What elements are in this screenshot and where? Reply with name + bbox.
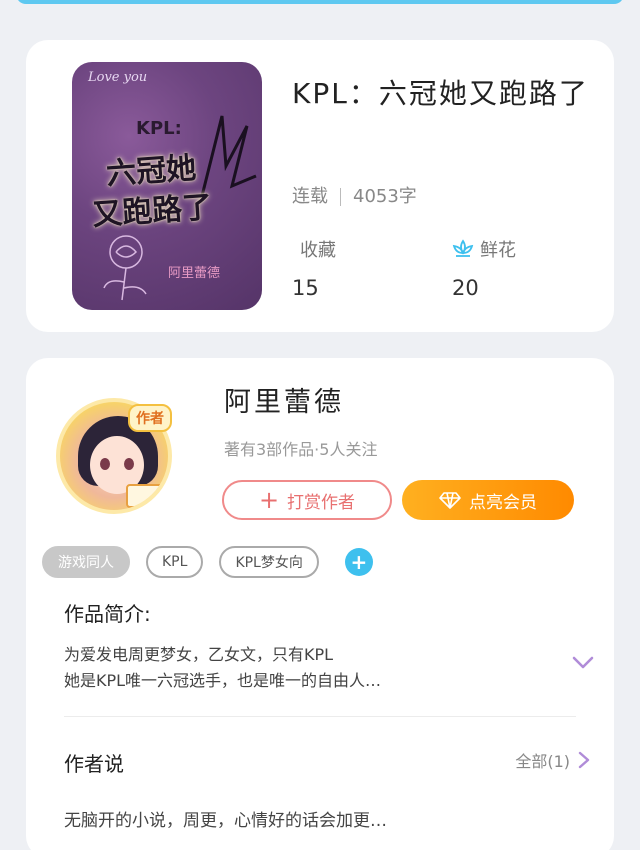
plus-icon: + xyxy=(258,486,280,514)
tag-item[interactable]: 游戏同人 xyxy=(42,546,130,578)
all-label: 全部(1) xyxy=(515,752,570,771)
cover-kpl-text: KPL: xyxy=(136,118,182,139)
lotus-icon xyxy=(452,239,474,257)
tag-item[interactable]: KPL xyxy=(146,546,204,578)
vip-button[interactable]: 点亮会员 xyxy=(402,480,574,520)
book-title: KPL：六冠她又跑路了 xyxy=(292,77,589,110)
intro-line: 为爱发电周更梦女，乙女文，只有KPL xyxy=(64,645,334,664)
cover-penname: 阿里蕾德 xyxy=(168,266,221,281)
author-name[interactable]: 阿里蕾德 xyxy=(224,380,344,419)
chevron-down-icon[interactable] xyxy=(572,656,594,670)
chevron-right-icon xyxy=(578,751,590,769)
author-say-all-link[interactable]: 全部(1) xyxy=(515,748,590,772)
intro-line: 她是KPL唯一六冠选手，也是唯一的自由人… xyxy=(64,671,382,690)
book-status: 连载 xyxy=(292,186,328,207)
book-info-card: Love you KPL: 六冠她 又跑路了 阿里蕾德 KPL：六冠她又跑路了 … xyxy=(26,40,614,332)
section-divider xyxy=(64,716,576,717)
word-count: 4053字 xyxy=(353,186,417,207)
favorites-label: 收藏 xyxy=(300,240,336,261)
tag-item[interactable]: KPL梦女向 xyxy=(219,546,319,578)
intro-text: 为爱发电周更梦女，乙女文，只有KPL 她是KPL唯一六冠选手，也是唯一的自由人… xyxy=(64,642,544,694)
diamond-icon xyxy=(439,492,461,509)
favorites-count: 15 xyxy=(292,276,319,300)
book-cover[interactable]: Love you KPL: 六冠她 又跑路了 阿里蕾德 xyxy=(72,62,262,310)
flowers-label: 鲜花 xyxy=(480,240,516,261)
author-stats: 著有3部作品·5人关注 xyxy=(224,440,378,459)
cover-love-text: Love you xyxy=(88,70,148,85)
meta-divider xyxy=(340,188,341,206)
book-meta: 连载 4053字 xyxy=(292,182,417,208)
author-avatar[interactable]: 作者 xyxy=(56,398,180,522)
author-say-title: 作者说 xyxy=(64,752,124,776)
author-card: 作者 阿里蕾德 著有3部作品·5人关注 + 打赏作者 点亮会员 游戏同人 KPL… xyxy=(26,358,614,850)
flowers-stat[interactable]: 鲜花 xyxy=(452,236,516,262)
vip-label: 点亮会员 xyxy=(469,492,537,513)
rose-sketch-icon xyxy=(103,235,147,301)
top-bar xyxy=(16,0,624,4)
author-say-text: 无脑开的小说，周更，心情好的话会加更… xyxy=(64,811,387,831)
reward-author-label: 打赏作者 xyxy=(287,492,356,513)
intro-title: 作品简介: xyxy=(64,602,151,626)
add-tag-button[interactable]: + xyxy=(344,548,373,576)
author-badge: 作者 xyxy=(128,404,172,432)
flowers-count: 20 xyxy=(452,276,479,300)
tag-list: 游戏同人 KPL KPL梦女向 + xyxy=(42,546,373,578)
reward-author-button[interactable]: + 打赏作者 xyxy=(222,480,392,520)
